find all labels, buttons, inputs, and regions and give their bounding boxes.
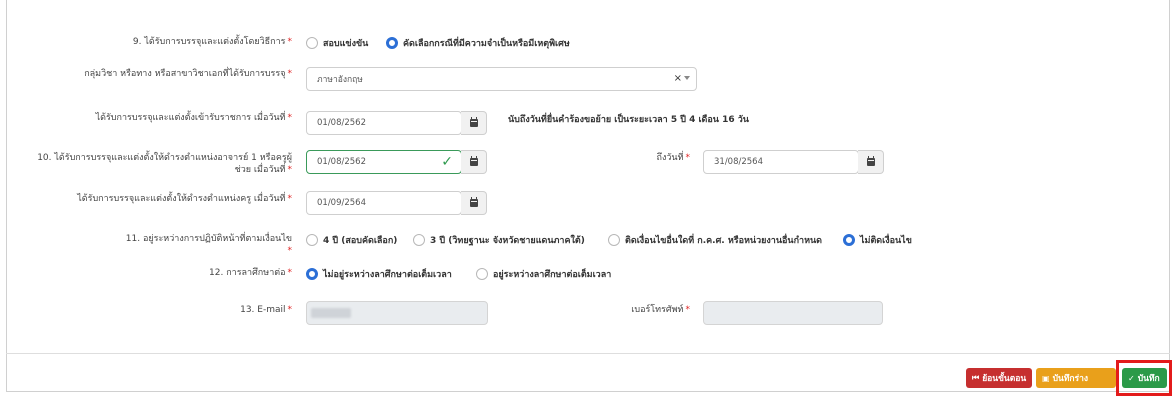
- calendar-icon: [469, 156, 478, 166]
- phone-label: เบอร์โทรศัพท์ *: [631, 305, 690, 315]
- q10-label: 10. ได้รับการบรรจุและแต่งตั้งให้ดำรงตำแห…: [37, 153, 292, 175]
- teacher-calendar-button[interactable]: [461, 191, 487, 215]
- q10-date-input[interactable]: 01/08/2562 ✓: [306, 150, 462, 174]
- q11-option-4y[interactable]: 4 ปี (สอบคัดเลือก): [306, 233, 397, 247]
- q11-option-none[interactable]: ไม่ติดเงื่อนไข: [843, 233, 912, 247]
- email-label: 13. E-mail *: [240, 305, 292, 315]
- radio-selected-icon: [386, 37, 398, 49]
- q9-label: 9. ได้รับการบรรจุและแต่งตั้งโดยวิธีการ *: [132, 37, 292, 47]
- radio-selected-icon: [306, 268, 318, 280]
- radio-selected-icon: [843, 234, 855, 246]
- gov-start-calendar-button[interactable]: [461, 111, 487, 135]
- email-field[interactable]: [306, 301, 488, 325]
- save-draft-button[interactable]: ▣ บันทึกร่าง: [1036, 368, 1116, 388]
- q11-label: 11. อยู่ระหว่างการปฏิบัติหน้าที่ตามเงื่อ…: [125, 234, 292, 256]
- service-duration-text: นับถึงวันที่ยื่นคำร้องขอย้าย เป็นระยะเวล…: [508, 115, 749, 125]
- q11-option-other[interactable]: ติดเงื่อนไขอื่นใดที่ ก.ค.ศ. หรือหน่วยงาน…: [608, 233, 822, 247]
- radio-icon: [306, 37, 318, 49]
- q10-until-label: ถึงวันที่ *: [656, 153, 690, 163]
- calendar-icon: [469, 197, 478, 207]
- q10-until-date-input[interactable]: 31/08/2564: [703, 150, 859, 174]
- teacher-date-label: ได้รับการบรรจุและแต่งตั้งให้ดำรงตำแหน่งค…: [77, 194, 292, 204]
- calendar-icon: [866, 156, 875, 166]
- subject-select[interactable]: ภาษาอังกฤษ ×: [306, 67, 697, 91]
- q12-option-studying[interactable]: อยู่ระหว่างลาศึกษาต่อเต็มเวลา: [476, 267, 611, 281]
- phone-field[interactable]: [703, 301, 883, 325]
- q11-option-3y[interactable]: 3 ปี (วิทยฐานะ จังหวัดชายแดนภาคใต้): [413, 233, 585, 247]
- step-back-icon: ⏮: [972, 373, 980, 382]
- q9-option-exam[interactable]: สอบแข่งขัน: [306, 36, 368, 50]
- subject-select-value: ภาษาอังกฤษ: [317, 75, 363, 85]
- calendar-icon: [469, 117, 478, 127]
- q10-until-calendar-button[interactable]: [858, 150, 884, 174]
- floppy-icon: ▣: [1042, 373, 1050, 383]
- q12-option-not-studying[interactable]: ไม่อยู่ระหว่างลาศึกษาต่อเต็มเวลา: [306, 267, 452, 281]
- q9-option-special[interactable]: คัดเลือกกรณีที่มีความจำเป็นหรือมีเหตุพิเ…: [386, 36, 570, 50]
- radio-icon: [608, 234, 620, 246]
- footer-divider: [6, 353, 1170, 354]
- teacher-date-input[interactable]: 01/09/2564: [306, 191, 462, 215]
- back-step-button[interactable]: ⏮ ย้อนขั้นตอน: [966, 368, 1032, 388]
- clear-icon[interactable]: ×: [674, 73, 682, 84]
- q10-calendar-button[interactable]: [461, 150, 487, 174]
- check-icon: ✓: [441, 154, 453, 170]
- gov-start-date-input[interactable]: 01/08/2562: [306, 111, 462, 135]
- save-highlight-box: [1116, 360, 1172, 396]
- gov-start-label: ได้รับการบรรจุและแต่งตั้งเข้ารับราชการ เ…: [95, 113, 292, 123]
- radio-icon: [413, 234, 425, 246]
- chevron-down-icon[interactable]: [684, 76, 690, 80]
- redacted-email: [311, 308, 351, 318]
- q12-label: 12. การลาศึกษาต่อ *: [209, 268, 292, 278]
- radio-icon: [476, 268, 488, 280]
- radio-icon: [306, 234, 318, 246]
- subject-label: กลุ่มวิชา หรือทาง หรือสาขาวิชาเอกที่ได้ร…: [84, 69, 292, 79]
